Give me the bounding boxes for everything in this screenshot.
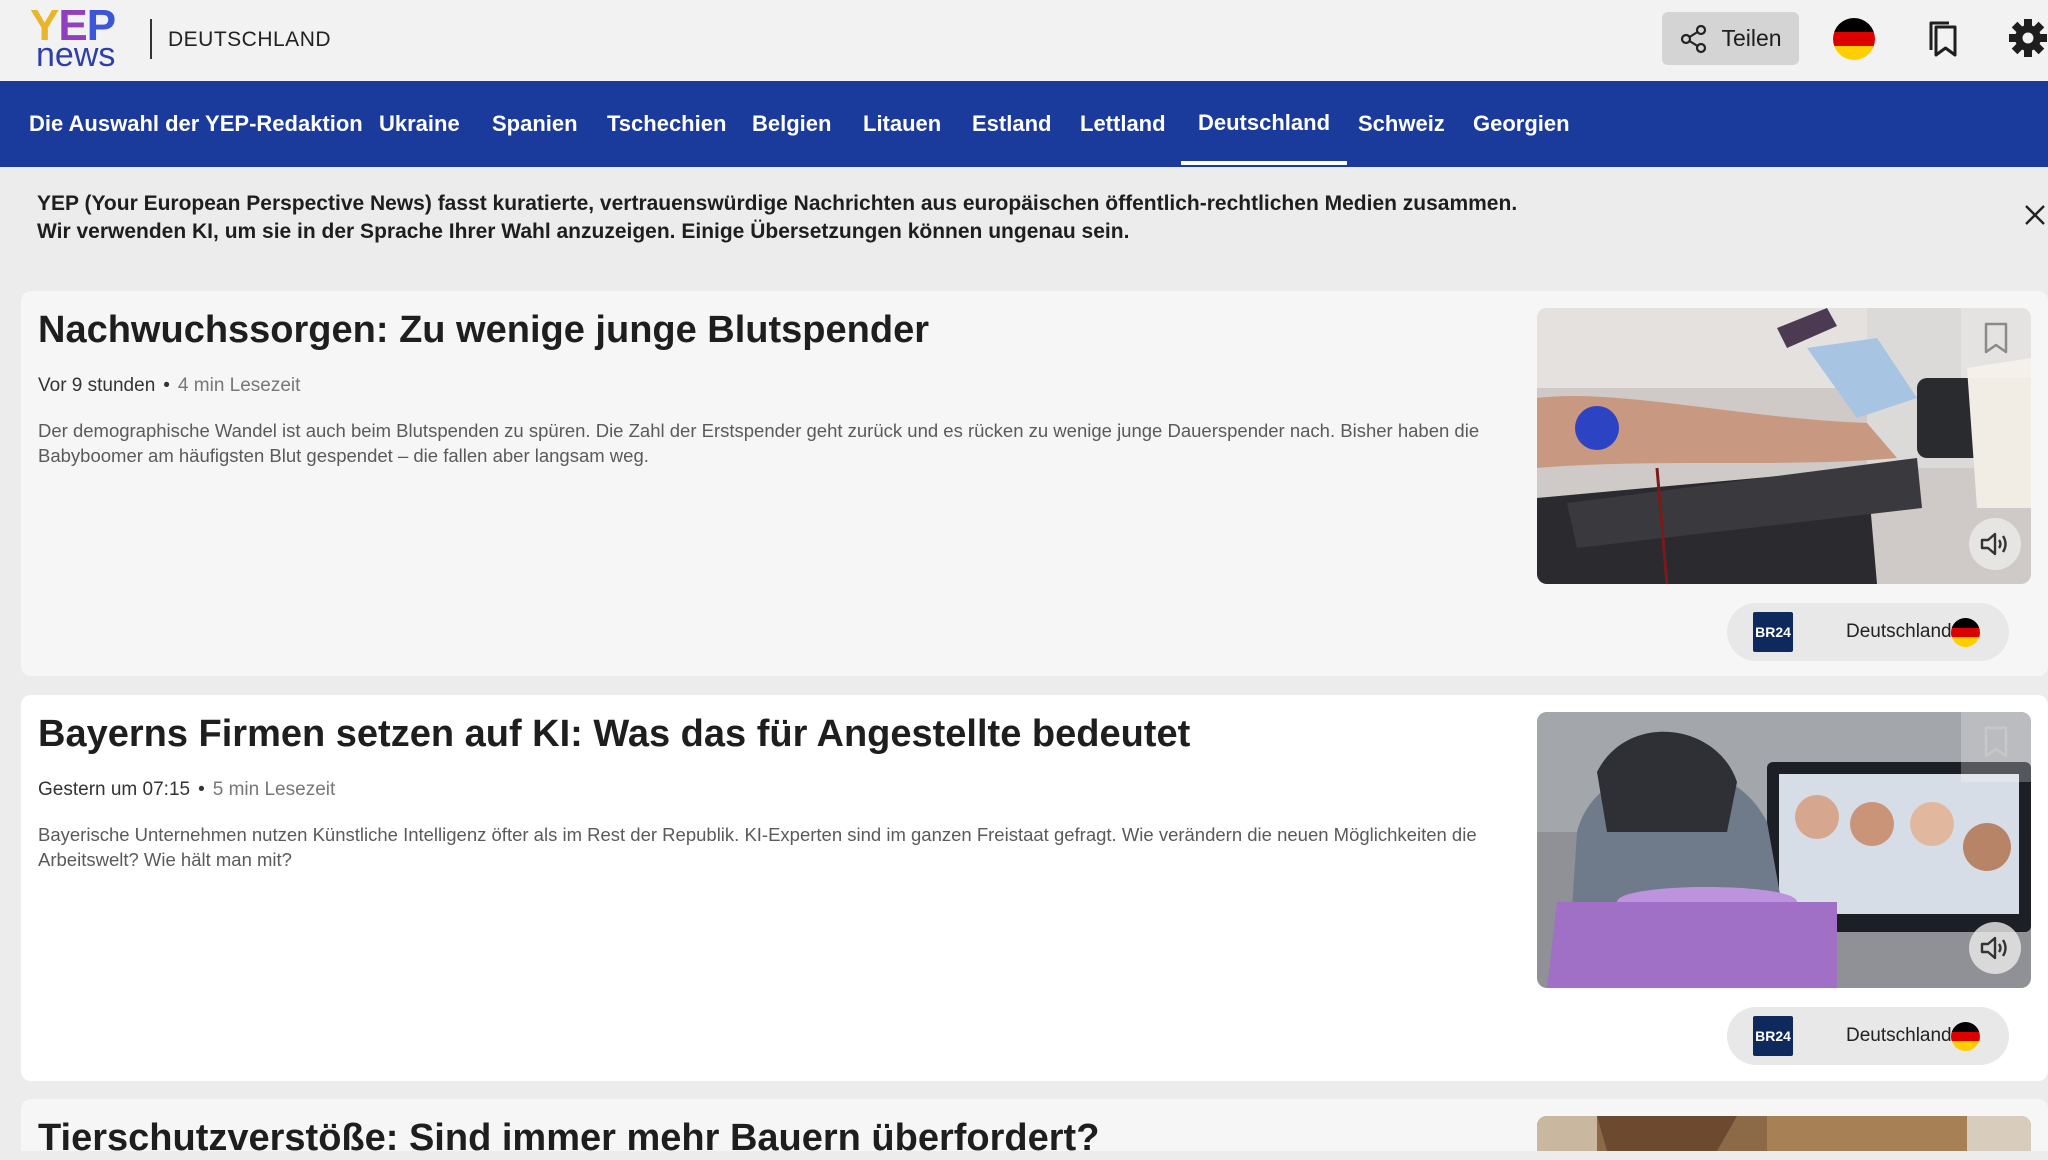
article-bookmark[interactable] bbox=[1961, 308, 2031, 378]
nav-item-belgien[interactable]: Belgien bbox=[752, 81, 831, 167]
banner-line-2: Wir verwenden KI, um sie in der Sprache … bbox=[37, 220, 1130, 243]
article-source-pill[interactable]: BR24 Deutschland bbox=[1727, 1007, 2009, 1065]
bookmark-icon bbox=[1984, 322, 2008, 354]
germany-flag-icon bbox=[1951, 618, 1980, 647]
nav-item-georgien[interactable]: Georgien bbox=[1473, 81, 1570, 167]
article-image-ai-office[interactable] bbox=[1537, 712, 2031, 988]
article-audio-button[interactable] bbox=[1969, 922, 2021, 974]
nav-item-litauen[interactable]: Litauen bbox=[863, 81, 941, 167]
nav-label: Georgien bbox=[1473, 111, 1570, 136]
share-label: Teilen bbox=[1721, 25, 1782, 51]
article-title[interactable]: Tierschutzverstöße: Sind immer mehr Baue… bbox=[38, 1117, 1099, 1160]
active-tab-underline bbox=[1181, 161, 1348, 165]
bookmarks-icon[interactable] bbox=[1927, 20, 1961, 58]
nav-label: Spanien bbox=[492, 111, 578, 136]
speaker-icon bbox=[1980, 936, 2007, 960]
nav-label: Ukraine bbox=[379, 111, 460, 136]
nav-item-yep-selection[interactable]: Die Auswahl der YEP-Redaktion bbox=[29, 81, 363, 167]
article-title[interactable]: Nachwuchssorgen: Zu wenige junge Blutspe… bbox=[38, 309, 929, 352]
br24-logo: BR24 bbox=[1753, 612, 1793, 652]
nav-label: Estland bbox=[972, 111, 1052, 136]
banner-line-1: YEP (Your European Perspective News) fas… bbox=[37, 192, 1518, 215]
nav-label: Lettland bbox=[1080, 111, 1166, 136]
nav-item-schweiz[interactable]: Schweiz bbox=[1358, 81, 1445, 167]
country-label: DEUTSCHLAND bbox=[168, 28, 332, 51]
nav-label: Belgien bbox=[752, 111, 832, 136]
source-country: Deutschland bbox=[1846, 1025, 1952, 1046]
top-header: YEP news DEUTSCHLAND Teilen bbox=[0, 0, 2048, 81]
bookmark-icon bbox=[1984, 726, 2008, 758]
germany-flag-icon bbox=[1951, 1022, 1980, 1051]
yep-news-logo[interactable]: YEP news bbox=[30, 4, 134, 74]
article-title[interactable]: Bayerns Firmen setzen auf KI: Was das fü… bbox=[38, 713, 1190, 756]
article-time: Vor 9 stunden bbox=[38, 375, 156, 396]
country-nav-bar: Die Auswahl der YEP-Redaktion Ukraine Sp… bbox=[0, 81, 2048, 167]
speaker-icon bbox=[1980, 532, 2007, 556]
nav-label: Die Auswahl der YEP-Redaktion bbox=[29, 111, 363, 136]
logo-news: news bbox=[36, 36, 116, 74]
article-image-blood-donation[interactable] bbox=[1537, 308, 2031, 584]
nav-item-estland[interactable]: Estland bbox=[972, 81, 1051, 167]
info-banner: YEP (Your European Perspective News) fas… bbox=[37, 190, 1987, 246]
article-summary: Bayerische Unternehmen nutzen Künstliche… bbox=[38, 824, 1477, 870]
article-source-pill[interactable]: BR24 Deutschland bbox=[1727, 603, 2009, 661]
settings-gear-icon[interactable] bbox=[2008, 18, 2048, 58]
article-summary: Der demographische Wandel ist auch beim … bbox=[38, 420, 1480, 466]
nav-label: Schweiz bbox=[1358, 111, 1445, 136]
nav-item-deutschland[interactable]: Deutschland bbox=[1181, 81, 1348, 167]
article-meta: Vor 9 stunden • 4 min Lesezeit bbox=[38, 375, 301, 396]
header-divider bbox=[150, 19, 152, 59]
article-meta: Gestern um 07:15 • 5 min Lesezeit bbox=[38, 779, 336, 800]
nav-item-tschechien[interactable]: Tschechien bbox=[607, 81, 726, 167]
nav-item-lettland[interactable]: Lettland bbox=[1080, 81, 1166, 167]
article-image-farm[interactable] bbox=[1537, 1116, 2031, 1151]
article-read-time: 4 min Lesezeit bbox=[177, 375, 301, 396]
article-time: Gestern um 07:15 bbox=[38, 779, 191, 800]
language-flag-button[interactable] bbox=[1833, 18, 1875, 60]
nav-label: Litauen bbox=[863, 111, 942, 136]
nav-item-ukraine[interactable]: Ukraine bbox=[379, 81, 460, 167]
nav-item-spanien[interactable]: Spanien bbox=[492, 81, 578, 167]
br24-logo: BR24 bbox=[1753, 1016, 1793, 1056]
article-card[interactable]: Tierschutzverstöße: Sind immer mehr Baue… bbox=[21, 1099, 2048, 1159]
article-audio-button[interactable] bbox=[1969, 518, 2021, 570]
nav-label: Deutschland bbox=[1198, 110, 1331, 135]
share-icon bbox=[1681, 24, 1707, 53]
close-banner-icon[interactable] bbox=[2022, 202, 2048, 228]
article-bookmark[interactable] bbox=[1961, 712, 2031, 782]
article-read-time: 5 min Lesezeit bbox=[212, 779, 336, 800]
share-button[interactable]: Teilen bbox=[1662, 12, 1799, 65]
nav-label: Tschechien bbox=[607, 111, 727, 136]
source-country: Deutschland bbox=[1846, 621, 1952, 642]
